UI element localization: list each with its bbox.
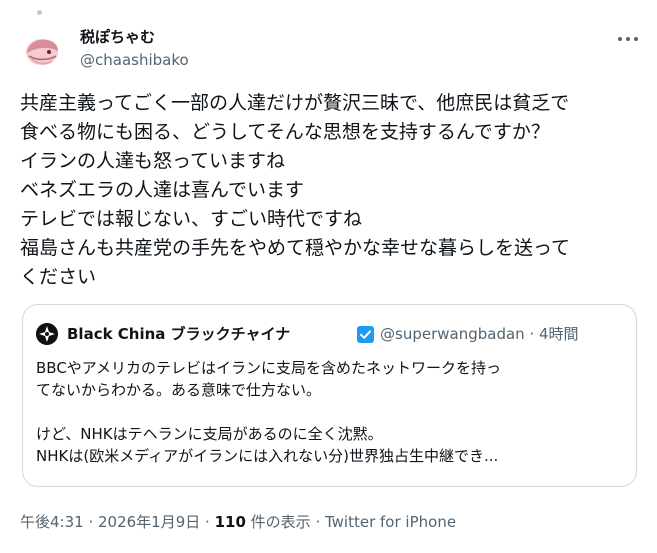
- tweet-text: 共産主義ってごく一部の人達だけが贅沢三昧で、他庶民は貧乏で 食べる物にも困る、ど…: [20, 89, 645, 292]
- separator-dot: ·: [200, 513, 215, 531]
- tweet-text-line: 福島さんも共産党の手先をやめて穏やかな幸せな暮らしを送って: [20, 237, 571, 259]
- quoted-author-avatar[interactable]: [36, 323, 58, 345]
- tweet-text-line: テレビでは報じない、すごい時代ですね: [20, 208, 363, 230]
- tweet-text-line: ください: [20, 266, 97, 288]
- quoted-tweet-text: BBCやアメリカのテレビはイランに支局を含めたネットワークを持っ てないからわか…: [36, 357, 626, 467]
- tweet-text-line: 共産主義ってごく一部の人達だけが贅沢三昧で、他庶民は貧乏で: [20, 92, 570, 114]
- quoted-author-name[interactable]: Black China ブラックチャイナ: [67, 323, 290, 345]
- quoted-tweet-card[interactable]: Black China ブラックチャイナ @superwangbadan · 4…: [22, 304, 637, 487]
- tweet-text-line: 食べる物にも困る、どうしてそんな思想を支持するんですか？: [20, 121, 550, 143]
- quoted-text-blank-line: [36, 401, 626, 423]
- quoted-text-line: てないからわかる。ある意味で仕方ない。: [36, 381, 322, 399]
- tweet-footer: 午後4:31 · 2026年1月9日 · 110 件の表示 · Twitter …: [20, 511, 456, 533]
- tweet-text-line: ベネズエラの人達は喜んでいます: [20, 179, 305, 201]
- separator-dot: ·: [83, 513, 98, 531]
- quoted-avatar-icon: [36, 323, 58, 345]
- quoted-text-line: NHKは(欧米メディアがイランには入れない分)世界独占生中継でき...: [36, 447, 499, 465]
- author-display-name[interactable]: 税ぽちゃむ: [80, 27, 155, 47]
- quoted-text-line: BBCやアメリカのテレビはイランに支局を含めたネットワークを持っ: [36, 359, 502, 377]
- views-count[interactable]: 110: [215, 513, 246, 531]
- quoted-text-line: けど、NHKはテヘランに支局があるのに全く沈黙。: [36, 425, 383, 443]
- separator-dot: ·: [310, 513, 325, 531]
- verified-badge-icon: [357, 326, 374, 343]
- tweet-card: 税ぽちゃむ @chaashibako 共産主義ってごく一部の人達だけが贅沢三昧で…: [0, 0, 657, 553]
- tweet-date[interactable]: 2026年1月9日: [98, 513, 200, 531]
- tweet-source-link[interactable]: Twitter for iPhone: [325, 513, 456, 531]
- author-handle[interactable]: @chaashibako: [80, 50, 189, 70]
- pink-cartoon-avatar-icon: [18, 26, 66, 74]
- corner-dot: [37, 10, 42, 15]
- views-label[interactable]: 件の表示: [246, 513, 311, 531]
- quoted-handle-time[interactable]: @superwangbadan · 4時間: [380, 323, 579, 345]
- tweet-text-line: イランの人達も怒っていますね: [20, 150, 286, 172]
- more-horizontal-icon[interactable]: [618, 36, 638, 42]
- tweet-time[interactable]: 午後4:31: [20, 513, 84, 531]
- author-avatar[interactable]: [18, 26, 66, 74]
